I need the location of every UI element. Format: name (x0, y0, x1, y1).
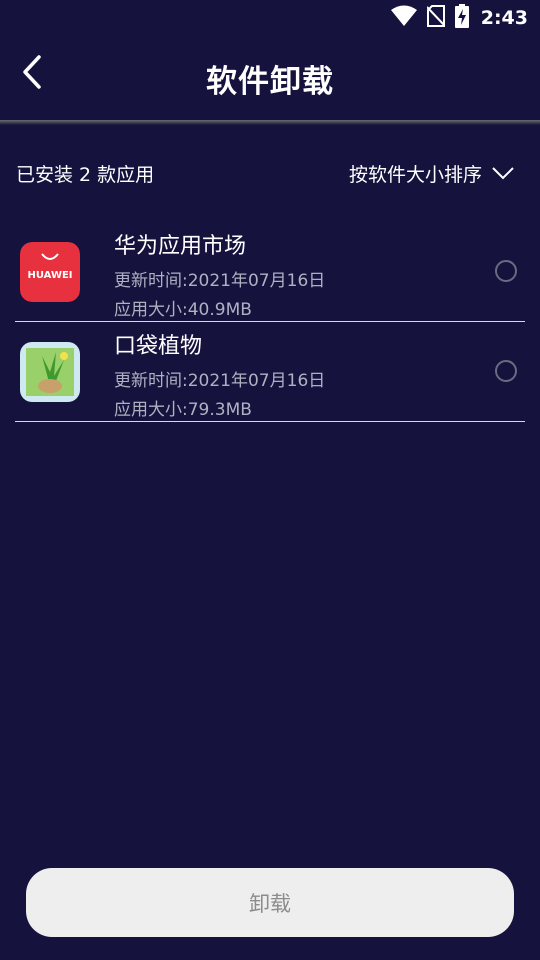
header-divider (0, 120, 540, 125)
huawei-appgallery-icon: HUAWEI (20, 242, 80, 302)
app-bar: 软件卸载 (0, 36, 540, 120)
status-bar: 2:43 (0, 0, 540, 36)
page-title: 软件卸载 (206, 64, 334, 100)
sort-dropdown[interactable]: 按软件大小排序 (349, 160, 514, 187)
no-sim-icon (426, 5, 446, 31)
status-time: 2:43 (480, 7, 528, 29)
huawei-logo-text: HUAWEI (27, 270, 72, 281)
app-name: 华为应用市场 (114, 234, 247, 259)
app-name: 口袋植物 (114, 334, 203, 359)
installed-count: 已安装 2 款应用 (16, 164, 155, 186)
sort-label: 按软件大小排序 (348, 164, 482, 186)
status-icons: 2:43 (390, 4, 528, 32)
chevron-down-icon (492, 163, 514, 185)
select-radio[interactable] (495, 260, 517, 282)
app-update-time: 更新时间:2021年07月16日 (114, 271, 326, 291)
pocket-plant-icon (20, 342, 80, 402)
app-size: 应用大小:79.3MB (114, 400, 252, 420)
app-size: 应用大小:40.9MB (114, 300, 252, 320)
wifi-icon (390, 5, 417, 31)
uninstall-button[interactable]: 卸载 (26, 868, 514, 937)
select-radio[interactable] (495, 360, 517, 382)
app-list: HUAWEI 华为应用市场 更新时间:2021年07月16日 应用大小:40.9… (0, 222, 540, 422)
app-list-item[interactable]: HUAWEI 华为应用市场 更新时间:2021年07月16日 应用大小:40.9… (15, 222, 525, 322)
battery-charging-icon (454, 4, 469, 32)
summary-row: 已安装 2 款应用 按软件大小排序 (0, 160, 540, 190)
app-list-item[interactable]: 口袋植物 更新时间:2021年07月16日 应用大小:79.3MB (15, 322, 525, 422)
app-update-time: 更新时间:2021年07月16日 (114, 371, 326, 391)
